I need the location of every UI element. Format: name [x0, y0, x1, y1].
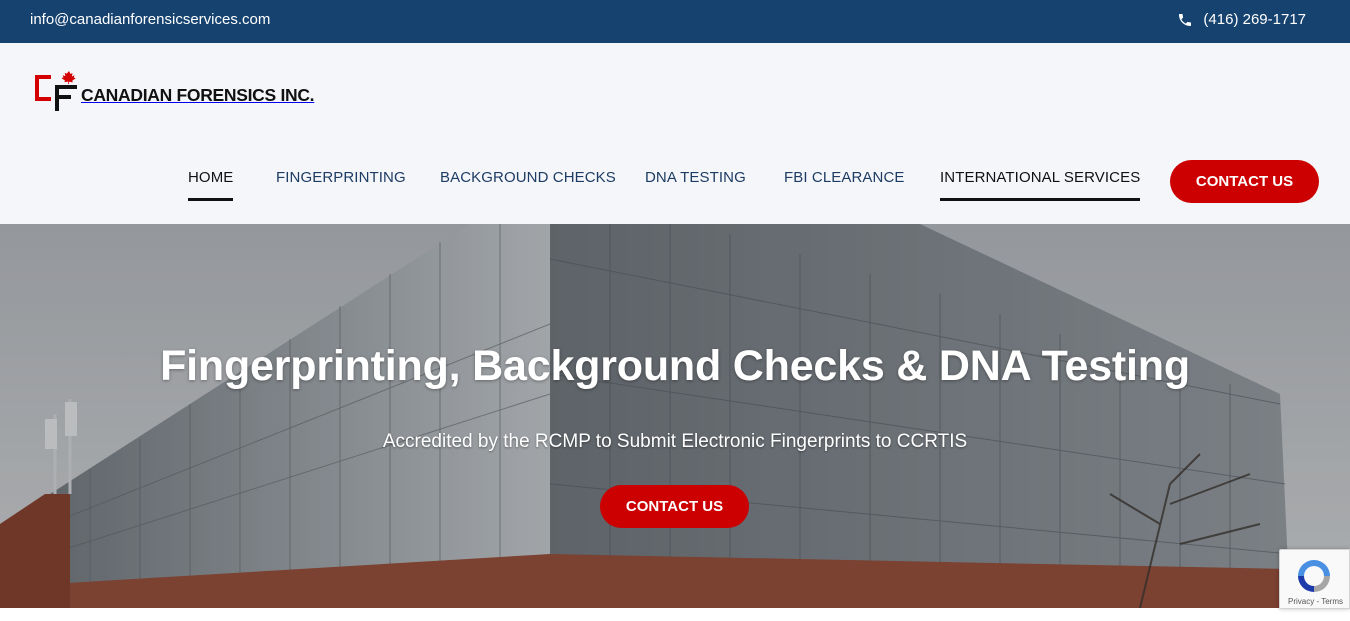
nav-item-home[interactable]: HOME — [188, 169, 234, 201]
nav-item-background-checks[interactable]: BACKGROUND CHECKS — [440, 169, 616, 186]
nav-label-fingerprinting: FINGERPRINTING — [276, 169, 406, 186]
nav-item-dna-testing[interactable]: DNA TESTING — [645, 169, 746, 186]
hero-title: Fingerprinting, Background Checks & DNA … — [160, 342, 1190, 390]
page-bottom-strip — [0, 608, 1350, 621]
top-contact-bar: info@canadianforensicservices.com (416) … — [0, 0, 1350, 43]
recaptcha-badge[interactable]: Privacy - Terms — [1279, 549, 1350, 609]
hover-underline — [940, 198, 1141, 201]
nav-label-fbi-clearance: FBI CLEARANCE — [784, 169, 905, 186]
phone-icon — [1179, 13, 1192, 26]
header-contact-button[interactable]: CONTACT US — [1170, 160, 1319, 203]
hero-subtitle: Accredited by the RCMP to Submit Electro… — [382, 431, 968, 452]
nav-item-fbi-clearance[interactable]: FBI CLEARANCE — [784, 169, 905, 186]
maple-leaf-icon — [35, 71, 77, 111]
hero-contact-button[interactable]: CONTACT US — [600, 485, 749, 528]
site-logo[interactable]: CANADIAN FORENSICS INC. — [33, 69, 315, 113]
recaptcha-links[interactable]: Privacy - Terms — [1280, 597, 1350, 606]
phone-number: (416) 269-1717 — [1203, 11, 1306, 28]
main-nav: HOME FINGERPRINTING BACKGROUND CHECKS DN… — [0, 169, 1350, 209]
logo-text: CANADIAN FORENSICS INC. — [81, 85, 315, 105]
nav-label-background-checks: BACKGROUND CHECKS — [440, 169, 616, 186]
nav-item-fingerprinting[interactable]: FINGERPRINTING — [276, 169, 406, 186]
phone-link[interactable]: (416) 269-1717 — [1177, 11, 1306, 28]
site-header: CANADIAN FORENSICS INC. HOME FINGERPRINT… — [0, 43, 1350, 224]
nav-label-international-services: INTERNATIONAL SERVICES — [940, 169, 1141, 186]
nav-label-home: HOME — [188, 169, 234, 186]
email-link[interactable]: info@canadianforensicservices.com — [30, 11, 270, 28]
nav-item-international-services[interactable]: INTERNATIONAL SERVICES — [940, 169, 1141, 201]
cf-logo-mark — [33, 69, 79, 113]
nav-label-dna-testing: DNA TESTING — [645, 169, 746, 186]
recaptcha-icon — [1298, 560, 1330, 592]
hero-building-image — [0, 224, 1350, 608]
hero-banner: Fingerprinting, Background Checks & DNA … — [0, 224, 1350, 608]
active-underline — [188, 198, 234, 201]
